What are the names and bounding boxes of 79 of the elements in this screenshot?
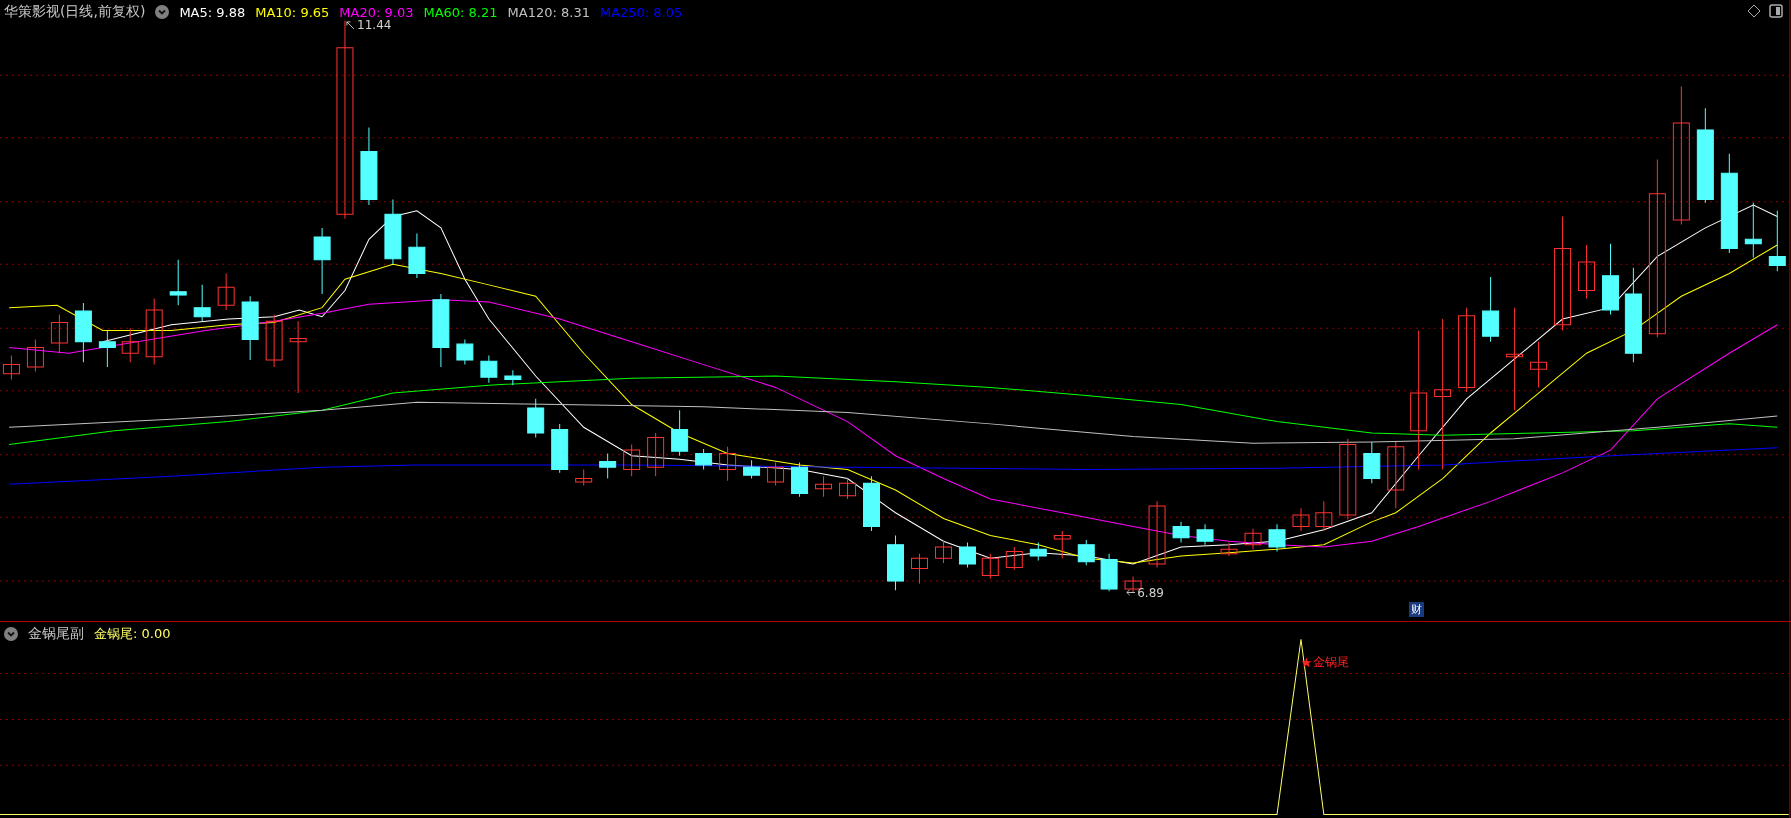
candlestick xyxy=(815,475,833,498)
candlestick xyxy=(743,459,761,480)
candlestick xyxy=(527,398,545,439)
candlestick xyxy=(839,478,856,500)
indicator-value: 金锅尾: 0.00 xyxy=(94,625,171,643)
candlestick xyxy=(551,423,569,474)
panel-toggle-icon[interactable] xyxy=(1769,4,1783,18)
candlestick xyxy=(1077,539,1095,566)
candlestick xyxy=(169,259,187,306)
signal-label: 金锅尾 xyxy=(1313,654,1349,672)
candlestick xyxy=(599,453,617,480)
candlestick xyxy=(671,409,689,457)
candlestick xyxy=(1005,546,1023,571)
dropdown-icon[interactable] xyxy=(155,5,170,19)
dropdown-icon[interactable] xyxy=(4,627,18,641)
candlestick xyxy=(1244,528,1262,550)
arrow-icon xyxy=(1126,588,1136,598)
candlestick xyxy=(1315,500,1333,532)
candlestick xyxy=(145,298,163,366)
diamond-icon[interactable] xyxy=(1747,4,1761,18)
candlestick xyxy=(384,198,402,265)
candlestick xyxy=(1100,553,1118,592)
candlestick xyxy=(1578,244,1596,300)
ma-legend-value: MA10: 9.65 xyxy=(255,4,330,20)
candlestick xyxy=(911,553,928,584)
candlestick xyxy=(1387,441,1405,509)
candlestick xyxy=(1196,523,1214,546)
ma-legend-value: MA60: 8.21 xyxy=(423,4,498,20)
candlestick xyxy=(2,355,20,380)
candlestick xyxy=(695,448,713,470)
candlestick xyxy=(935,539,952,564)
candlestick xyxy=(863,475,880,532)
candlestick xyxy=(241,295,259,361)
candlestick xyxy=(1768,210,1786,272)
candlestick xyxy=(1292,507,1310,532)
candlestick xyxy=(98,329,116,368)
finance-marker[interactable]: 财 xyxy=(1409,601,1425,617)
candlestick xyxy=(1482,276,1500,343)
candlestick xyxy=(575,468,593,486)
low-price-label: 6.89 xyxy=(1137,585,1164,600)
candlestick xyxy=(1148,500,1166,568)
candlestick xyxy=(193,284,211,322)
candlestick xyxy=(121,327,139,363)
candlestick xyxy=(791,462,809,498)
ma-legend-value: MA20: 9.03 xyxy=(339,4,414,20)
ma-legend-value: MA250: 8.05 xyxy=(599,4,683,20)
candlestick xyxy=(217,272,235,311)
candlestick xyxy=(767,462,785,486)
candlestick xyxy=(719,446,737,482)
candlestick xyxy=(26,339,44,372)
candlestick xyxy=(623,443,641,477)
arrow-icon xyxy=(346,20,356,30)
indicator-title: 金锅尾副 xyxy=(28,625,84,643)
candlestick xyxy=(887,535,904,591)
stock-title: 华策影视(日线,前复权) xyxy=(4,3,146,21)
candlestick xyxy=(265,314,283,368)
candlestick xyxy=(1602,243,1619,315)
candlestick xyxy=(50,314,68,354)
ma-legend-value: MA5: 9.88 xyxy=(179,4,246,20)
candlestick xyxy=(480,355,498,384)
high-price-label: 11.44 xyxy=(357,18,392,33)
candlestick xyxy=(1744,202,1762,258)
candlestick xyxy=(1053,530,1071,559)
candlestick xyxy=(408,233,426,279)
ma-legend-value: MA120: 8.31 xyxy=(507,4,590,20)
star-icon xyxy=(1301,657,1312,669)
candlestick xyxy=(74,302,92,363)
candlestick xyxy=(1029,541,1047,562)
candlestick xyxy=(313,227,331,295)
candlestick xyxy=(1530,341,1548,388)
candlestick xyxy=(1172,521,1190,543)
candlestick xyxy=(456,339,474,366)
candlestick xyxy=(1363,441,1381,484)
candlestick xyxy=(504,369,522,386)
candlestick xyxy=(958,541,976,568)
candlestick xyxy=(647,432,665,477)
candlestick xyxy=(981,553,999,580)
candlestick xyxy=(1220,541,1238,557)
candlestick xyxy=(1268,523,1286,552)
